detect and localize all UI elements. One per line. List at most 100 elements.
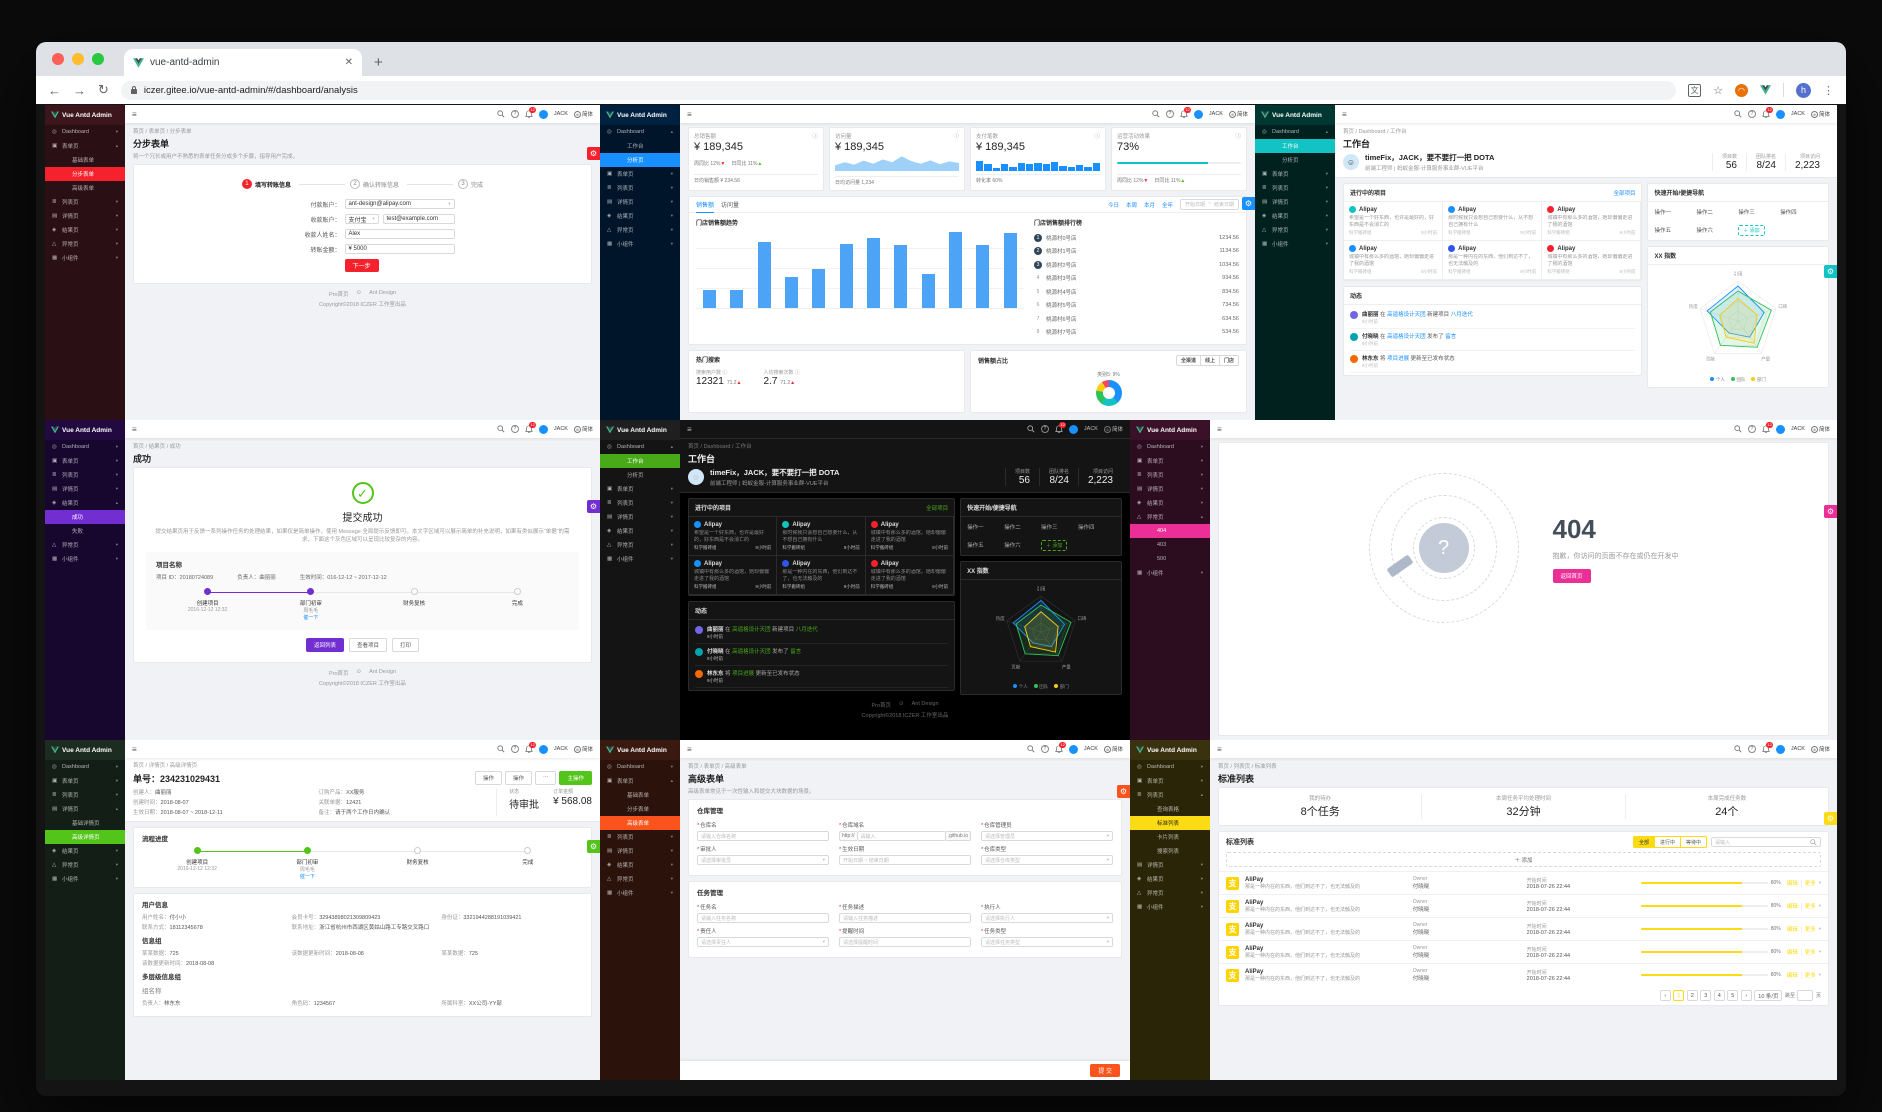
list-item[interactable]: 支 AliPay 那是一种内在的东西，他们到达不了，也无法触及的 Owner 付晓晓… <box>1219 940 1828 963</box>
sidebar-item[interactable]: ≣ 列表页 ▾ <box>45 195 125 209</box>
receive-type-select[interactable]: 支付宝 ▾ <box>344 214 379 224</box>
bell-icon[interactable]: 12 <box>1762 107 1774 118</box>
back-to-list-button[interactable]: 返回列表 <box>305 637 344 652</box>
page-button[interactable]: › <box>1740 990 1752 1001</box>
language-switch[interactable]: ⊕ 简体 <box>1810 425 1830 433</box>
tab-all-channel[interactable]: 全渠道 <box>1177 356 1200 365</box>
op-link[interactable]: 操作四 <box>1780 205 1822 219</box>
rank-row[interactable]: 2 桃源村1号店 1134.56 <box>1034 245 1239 259</box>
sidebar-item[interactable]: △ 异常页 ▾ <box>600 223 680 237</box>
sidebar-item[interactable]: ≣ 列表页 ▾ <box>600 181 680 195</box>
back-button[interactable]: ← <box>48 83 61 98</box>
submit-button[interactable]: 提 交 <box>1090 1064 1120 1077</box>
feed-link[interactable]: 项目进展 <box>1387 356 1409 362</box>
team-link[interactable]: 科学搬砖组 <box>1349 269 1372 275</box>
bell-icon[interactable]: 12 <box>1055 422 1067 433</box>
avatar[interactable] <box>1775 109 1785 119</box>
feed-link[interactable]: 项目进展 <box>732 671 754 677</box>
app-logo[interactable]: Vue Antd Admin <box>45 105 125 125</box>
sidebar-item[interactable]: ◎ Dashboard ▾ <box>45 760 125 774</box>
translate-icon[interactable]: 文 <box>1688 83 1702 97</box>
project-card[interactable]: Alipay 城镇中有那么多的酒馆，她却偏偏走进了我的酒馆 科学搬砖组 9小时前 <box>689 556 778 595</box>
feed-link[interactable]: 留言 <box>1445 334 1456 340</box>
legend-item[interactable]: 个人 <box>1013 684 1028 690</box>
info-icon[interactable]: ⓘ <box>795 370 800 376</box>
sidebar-item[interactable]: ▤ 详情页 ▾ <box>1130 858 1210 872</box>
rank-row[interactable]: 6 桃源村5号店 734.56 <box>1034 299 1239 313</box>
bar[interactable] <box>757 241 771 308</box>
menu-fold-icon[interactable]: ≡ <box>1217 425 1222 434</box>
search-icon[interactable] <box>1152 110 1160 118</box>
project-card[interactable]: Alipay 希望是一个好东西，也许是最好的，好东西是不会消亡的 科学搬砖组 9小… <box>1344 202 1444 241</box>
sidebar-item[interactable]: 基础表单 <box>45 153 125 167</box>
sidebar-item[interactable]: ▣ 表单页 ▴ <box>45 139 125 153</box>
close-window-button[interactable] <box>52 53 64 65</box>
breadcrumb[interactable]: 首页 / Dashboard / 工作台 <box>1343 127 1829 135</box>
app-logo[interactable]: Vue Antd Admin <box>1255 105 1335 125</box>
legend-item[interactable]: 部门 <box>1751 377 1766 383</box>
team-link[interactable]: 科学搬砖组 <box>694 545 717 551</box>
sidebar-item[interactable]: ▣ 表单页 ▾ <box>1130 774 1210 788</box>
feed-link[interactable]: 高逼格设计天团 <box>1387 334 1426 340</box>
bar[interactable] <box>976 244 990 308</box>
rank-row[interactable]: 5 桃源村4号店 834.56 <box>1034 285 1239 299</box>
list-search-input[interactable]: 请输入 <box>1711 837 1821 847</box>
sidebar-item[interactable]: ◎ Dashboard ▴ <box>600 440 680 454</box>
sidebar-item[interactable]: 分步表单 <box>45 167 125 181</box>
feed-link[interactable]: 八月迭代 <box>1451 312 1473 318</box>
bar[interactable] <box>785 277 799 308</box>
sidebar-item[interactable]: 高级详情页 <box>45 830 125 844</box>
print-button[interactable]: 打印 <box>392 637 420 652</box>
close-tab-icon[interactable]: ✕ <box>345 57 353 68</box>
all-projects-link[interactable]: 全部项目 <box>1613 189 1635 197</box>
sidebar-item[interactable]: △ 异常页 ▾ <box>45 538 125 552</box>
edit-link[interactable]: 编辑 <box>1787 948 1798 956</box>
add-row-button[interactable]: ＋ 添加 <box>1226 852 1821 867</box>
sidebar-item[interactable]: ▣ 表单页 ▾ <box>600 482 680 496</box>
help-icon[interactable]: ? <box>1747 425 1756 433</box>
search-icon[interactable] <box>1734 425 1742 433</box>
sidebar-item[interactable]: ▤ 详情页 ▾ <box>1130 482 1210 496</box>
op-link[interactable]: 操作三 <box>1041 520 1078 534</box>
project-card[interactable]: Alipay 那是一种内在的东西，他们到达不了，也无法触及的 科学搬砖组 9小时前 <box>777 556 866 595</box>
extension-icon[interactable]: ◠ <box>1735 83 1748 97</box>
sidebar-item[interactable]: ◈ 结果页 ▾ <box>45 223 125 237</box>
app-logo[interactable]: Vue Antd Admin <box>45 420 125 440</box>
app-logo[interactable]: Vue Antd Admin <box>1130 420 1210 440</box>
sidebar-item[interactable]: 工作台 <box>600 139 680 153</box>
team-link[interactable]: 科学搬砖组 <box>782 545 805 551</box>
team-link[interactable]: 科学搬砖组 <box>871 545 894 551</box>
sidebar-item[interactable]: ≣ 列表页 ▾ <box>600 830 680 844</box>
menu-fold-icon[interactable]: ≡ <box>1342 110 1347 119</box>
project-card[interactable]: Alipay 城镇中有那么多的酒馆，她却偏偏走进了我的酒馆 科学搬砖组 9小时前 <box>865 517 955 556</box>
info-icon[interactable]: ⓘ <box>812 132 818 140</box>
sidebar-item[interactable]: 查询表格 <box>1130 802 1210 816</box>
address-bar[interactable]: iczer.gitee.io/vue-antd-admin/#/dashboar… <box>120 80 1677 100</box>
menu-fold-icon[interactable]: ≡ <box>1217 745 1222 754</box>
next-step-button[interactable]: 下一步 <box>344 259 379 272</box>
bar[interactable] <box>894 244 908 308</box>
legend-item[interactable]: 团队 <box>1730 377 1745 383</box>
sidebar-item[interactable]: 搜索列表 <box>1130 844 1210 858</box>
footer-link[interactable]: Pro首页 <box>329 669 349 677</box>
page-size-select[interactable]: 10 条/页 <box>1754 990 1783 1001</box>
avatar[interactable] <box>1775 744 1785 754</box>
language-switch[interactable]: ⊕ 简体 <box>573 425 593 433</box>
maximize-window-button[interactable] <box>92 53 104 65</box>
project-card[interactable]: Alipay 那时候我只会想自己想要什么，从不想自己拥有什么 科学搬砖组 9小时前 <box>1443 202 1543 241</box>
receive-account-input[interactable]: test@example.com <box>382 214 455 224</box>
sidebar-item[interactable]: ≣ 列表页 ▾ <box>600 496 680 510</box>
sidebar-item[interactable]: 分步表单 <box>600 802 680 816</box>
breadcrumb[interactable]: 首页 / 详情页 / 高级详情页 <box>133 761 592 769</box>
minimize-window-button[interactable] <box>72 53 84 65</box>
menu-fold-icon[interactable]: ≡ <box>132 745 137 754</box>
sidebar-item[interactable]: ▤ 详情页 ▾ <box>1255 195 1335 209</box>
sidebar-item[interactable]: ▤ 详情页 ▾ <box>600 510 680 524</box>
feed-link[interactable]: 八月迭代 <box>796 627 818 633</box>
bell-icon[interactable]: 12 <box>525 742 537 753</box>
sidebar-item[interactable]: ◈ 结果页 ▾ <box>1255 209 1335 223</box>
sidebar-item[interactable]: 高级表单 <box>600 816 680 830</box>
sidebar-item[interactable]: ▦ 小组件 ▾ <box>1130 900 1210 914</box>
sidebar-item[interactable]: ▦ 小组件 ▾ <box>1130 566 1210 580</box>
theme-settings-button[interactable]: ⚙ <box>1824 505 1837 518</box>
